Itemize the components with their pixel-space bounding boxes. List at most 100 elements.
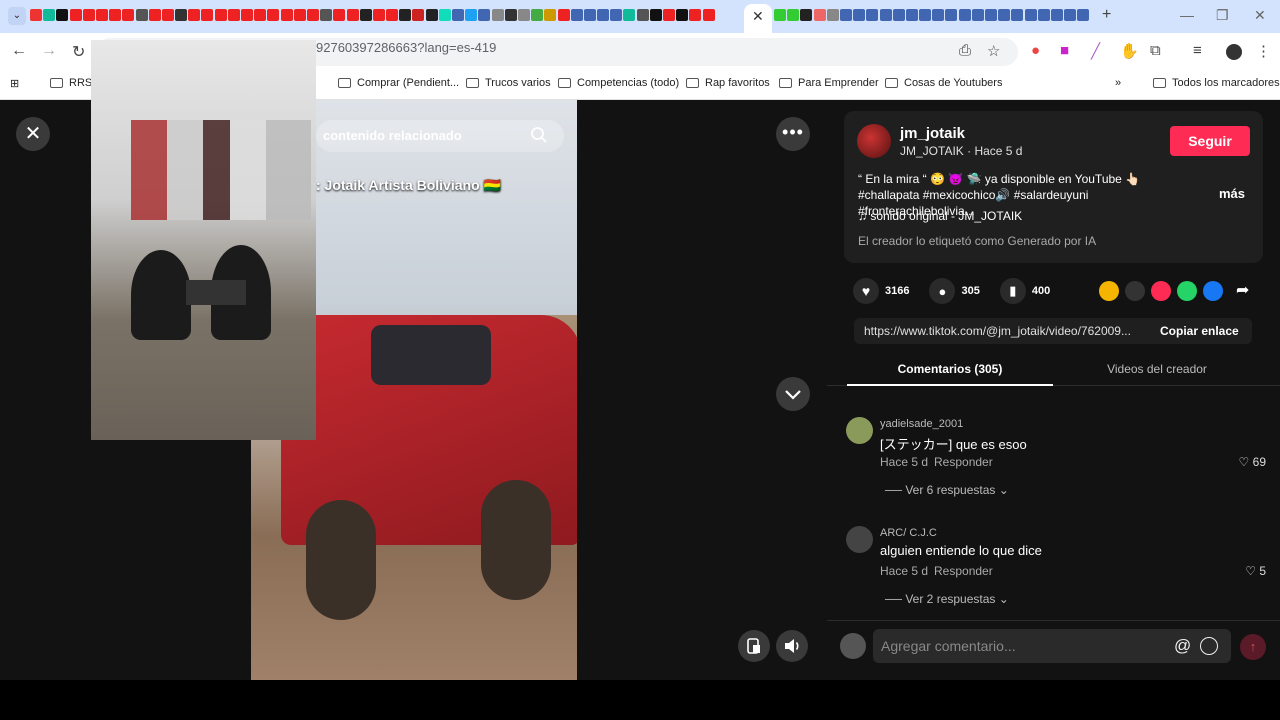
tab-favicon[interactable]	[517, 9, 530, 21]
tab-favicon[interactable]	[241, 9, 253, 21]
tab-favicon[interactable]	[465, 9, 478, 21]
tab-favicon[interactable]	[531, 9, 544, 21]
embed-icon[interactable]	[1125, 281, 1145, 301]
view-replies-button[interactable]: ── Ver 2 respuestas ⌄	[885, 592, 1009, 606]
like-icon[interactable]: ♥	[853, 278, 879, 304]
tab-favicon[interactable]	[148, 9, 161, 21]
tab-close-icon[interactable]: ✕	[752, 8, 764, 25]
tab-favicon[interactable]	[306, 9, 319, 21]
tab-creator-videos[interactable]: Videos del creador	[1054, 362, 1260, 386]
copy-link-button[interactable]: Copiar enlace	[1160, 324, 1239, 338]
tab-favicon[interactable]	[1064, 9, 1077, 21]
tab-favicon[interactable]	[214, 9, 227, 21]
menu-icon[interactable]: ⋮	[1256, 42, 1271, 60]
tab-favicon[interactable]	[1024, 9, 1037, 21]
extensions-puzzle-icon[interactable]: ⧉	[1150, 42, 1161, 59]
facebook-icon[interactable]	[1203, 281, 1223, 301]
tab-favicon[interactable]	[1037, 9, 1050, 21]
tab-favicon[interactable]	[161, 9, 174, 21]
tab-favicon[interactable]	[82, 9, 95, 21]
comment-like-button[interactable]: ♡ 69	[1239, 455, 1266, 469]
forward-icon[interactable]: →	[41, 42, 57, 60]
tab-favicon[interactable]	[386, 9, 399, 21]
tab-favicon[interactable]	[774, 9, 786, 21]
tab-comments[interactable]: Comentarios (305)	[847, 362, 1053, 386]
tab-favicon[interactable]	[267, 9, 280, 21]
window-close-icon[interactable]: ✕	[1254, 7, 1266, 24]
emoji-icon[interactable]	[1200, 637, 1218, 655]
bookmark-trucos[interactable]: Trucos varios	[466, 77, 551, 89]
tab-favicon[interactable]	[188, 9, 201, 21]
bookmark-competencias[interactable]: Competencias (todo)	[558, 77, 679, 89]
tab-favicon[interactable]	[56, 9, 69, 21]
tab-favicon[interactable]	[813, 9, 826, 21]
tab-favicon[interactable]	[333, 9, 346, 21]
comment-username[interactable]: yadielsade_2001	[880, 418, 963, 430]
tab-favicon[interactable]	[570, 9, 583, 21]
restore-icon[interactable]: ❐	[1216, 7, 1229, 24]
tab-favicon[interactable]	[892, 9, 905, 21]
bookmark-star-icon[interactable]: ☆	[987, 42, 1000, 60]
tab-favicon[interactable]	[359, 9, 372, 21]
tab-favicon[interactable]	[544, 9, 557, 21]
view-replies-button[interactable]: ── Ver 6 respuestas ⌄	[885, 483, 1009, 497]
media-control-icon[interactable]: ≡	[1193, 42, 1202, 59]
tab-favicon[interactable]	[597, 9, 610, 21]
tab-favicon[interactable]	[689, 9, 702, 21]
tab-favicon[interactable]	[201, 9, 214, 21]
tab-favicon[interactable]	[839, 9, 852, 21]
bookmark-emprender[interactable]: Para Emprender	[779, 77, 879, 89]
comment-username[interactable]: ARC/ C.J.C	[880, 527, 937, 539]
profile-avatar[interactable]	[1226, 44, 1242, 60]
tab-favicon[interactable]	[649, 9, 662, 21]
url-text[interactable]: 92760397286663?lang=es-419	[316, 40, 496, 55]
new-tab-icon[interactable]: +	[1102, 6, 1111, 24]
tab-favicon[interactable]	[958, 9, 971, 21]
apps-icon[interactable]: ⊞	[10, 77, 19, 90]
tab-favicon[interactable]	[30, 9, 42, 21]
extension-hand-icon[interactable]: ✋	[1120, 42, 1139, 60]
tab-favicon[interactable]	[702, 9, 715, 21]
bookmarks-overflow-icon[interactable]: »	[1115, 77, 1121, 89]
creator-avatar[interactable]	[857, 124, 891, 158]
tab-favicon[interactable]	[1050, 9, 1063, 21]
send-button[interactable]: ↑	[1240, 634, 1266, 660]
tab-favicon[interactable]	[293, 9, 306, 21]
volume-button[interactable]	[776, 630, 808, 662]
tab-favicon[interactable]	[320, 9, 333, 21]
related-search-placeholder[interactable]: contenido relacionado	[323, 128, 462, 143]
tab-favicon[interactable]	[412, 9, 425, 21]
tab-favicon[interactable]	[676, 9, 689, 21]
tab-favicon[interactable]	[69, 9, 82, 21]
tab-favicon[interactable]	[280, 9, 293, 21]
next-video-button[interactable]	[776, 377, 810, 411]
tab-favicon[interactable]	[919, 9, 932, 21]
comment-input[interactable]: Agregar comentario... @	[873, 629, 1231, 663]
tab-favicon[interactable]	[399, 9, 412, 21]
tab-favicon[interactable]	[663, 9, 675, 21]
tab-favicon[interactable]	[800, 9, 813, 21]
tab-favicon[interactable]	[623, 9, 636, 21]
bookmark-comprar[interactable]: Comprar (Pendient...	[338, 77, 459, 89]
tab-favicon[interactable]	[932, 9, 945, 21]
tab-favicon[interactable]	[478, 9, 491, 21]
extension-download-icon[interactable]: ■	[1060, 42, 1069, 59]
repost-icon[interactable]	[1099, 281, 1119, 301]
comment-icon[interactable]: ●	[929, 278, 956, 304]
tab-favicon[interactable]	[504, 9, 517, 21]
share-link[interactable]: https://www.tiktok.com/@jm_jotaik/video/…	[864, 324, 1144, 338]
extension-flame-icon[interactable]: ●	[1031, 42, 1040, 59]
reply-button[interactable]: Responder	[934, 564, 993, 578]
back-icon[interactable]: ←	[11, 42, 27, 60]
mention-icon[interactable]: @	[1174, 636, 1191, 656]
tab-favicon[interactable]	[998, 9, 1011, 21]
minimize-icon[interactable]: —	[1180, 7, 1194, 23]
tab-favicon[interactable]	[787, 9, 800, 21]
tab-favicon[interactable]	[227, 9, 240, 21]
tab-favicon[interactable]	[346, 9, 359, 21]
tab-favicon[interactable]	[175, 9, 188, 21]
close-button[interactable]: ✕	[16, 117, 50, 151]
tab-favicon[interactable]	[610, 9, 623, 21]
reload-icon[interactable]: ↻	[72, 42, 85, 62]
creator-username[interactable]: jm_jotaik	[900, 125, 965, 142]
